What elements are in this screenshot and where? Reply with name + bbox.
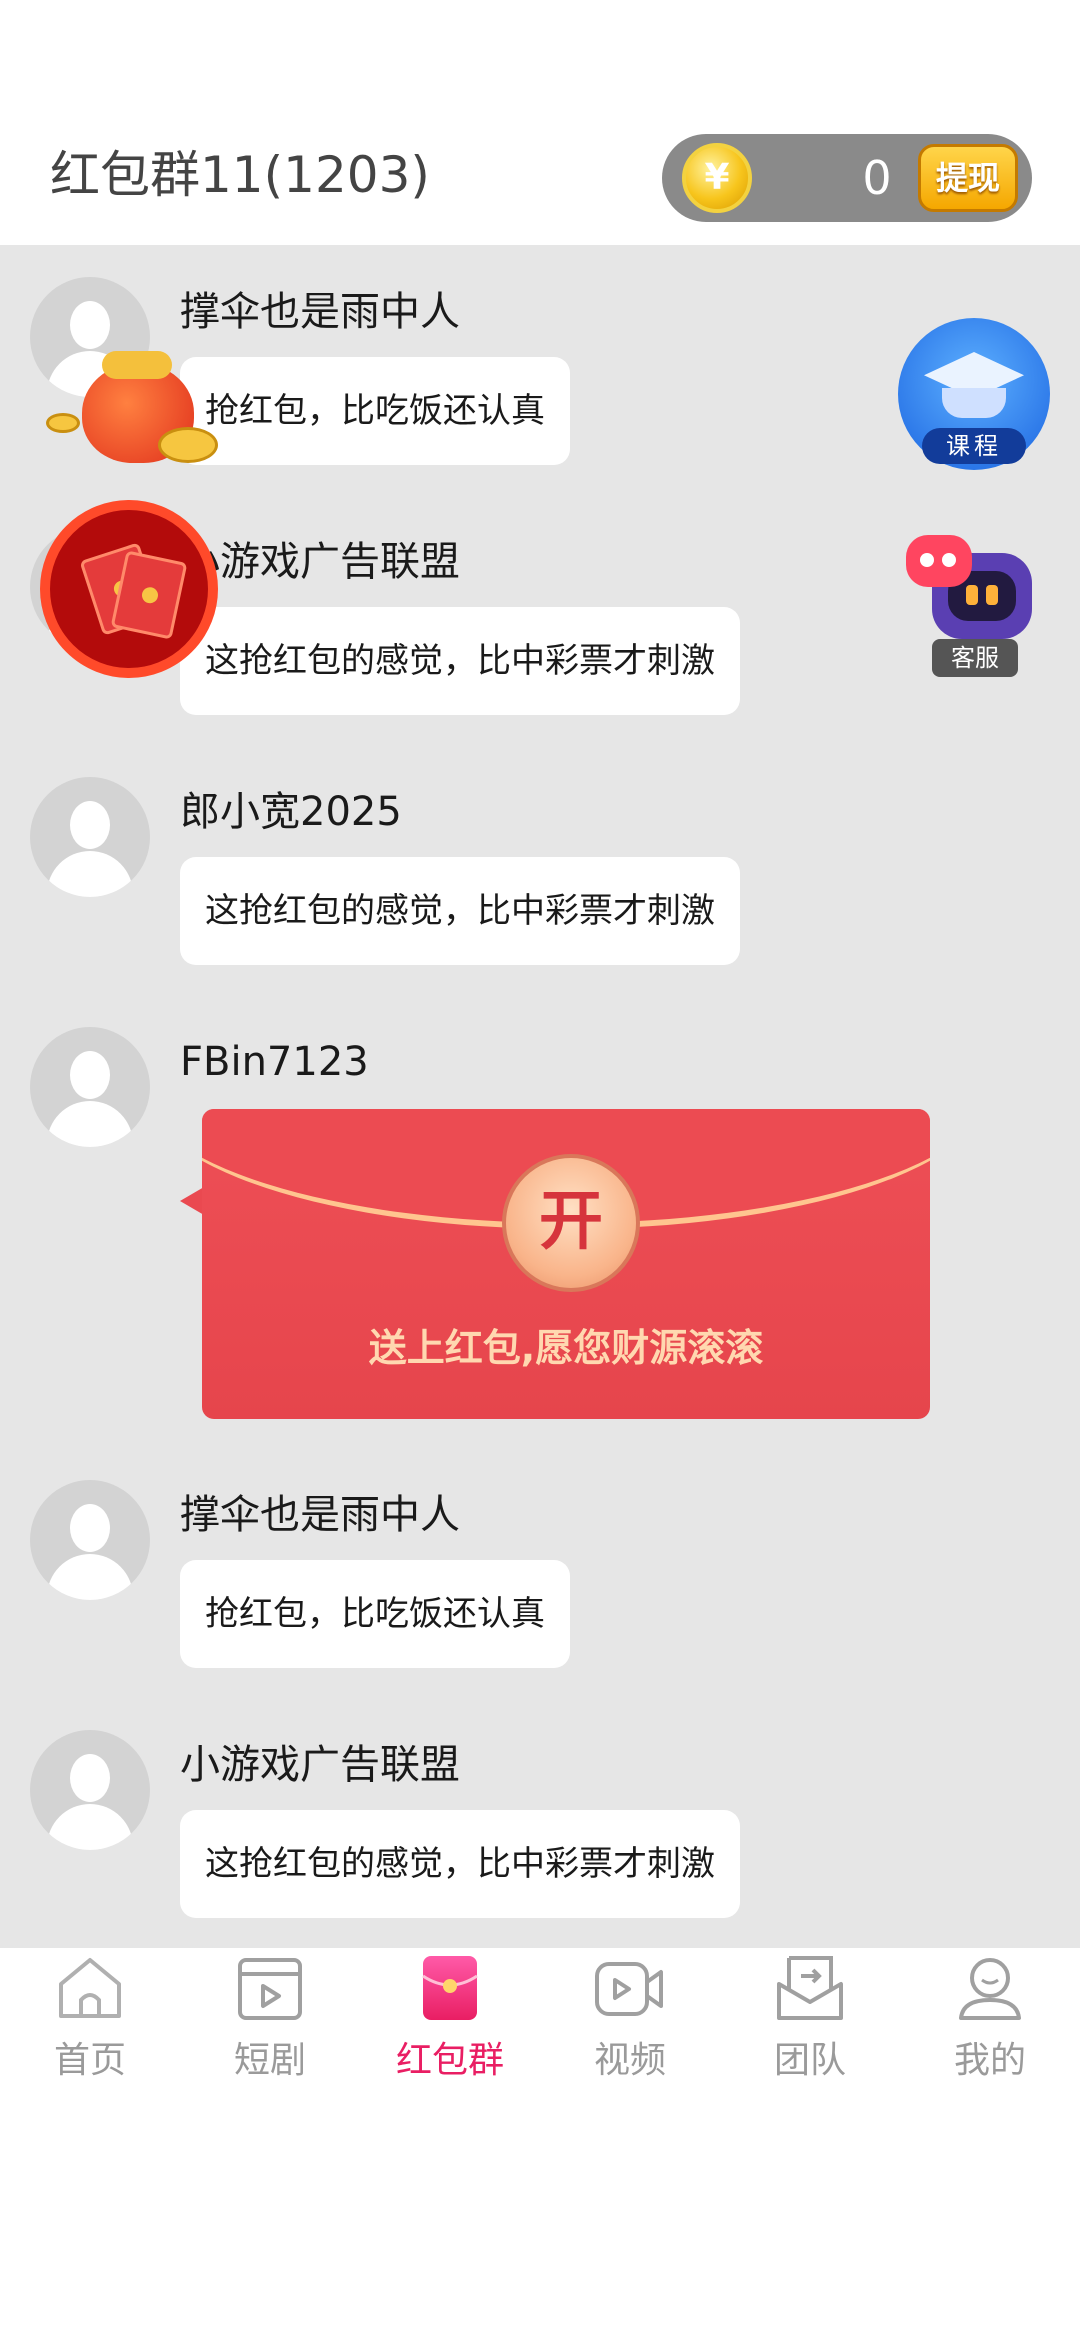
coin-icon: ¥ bbox=[682, 143, 752, 213]
message-bubble: 抢红包，比吃饭还认真 bbox=[180, 357, 570, 465]
money-bag-icon[interactable] bbox=[40, 335, 218, 475]
team-icon bbox=[777, 1956, 843, 2020]
tab-label: 短剧 bbox=[233, 2040, 306, 2081]
sender-name: 撑伞也是雨中人 bbox=[180, 289, 460, 335]
open-red-packet-button[interactable]: 开 bbox=[502, 1154, 640, 1292]
status-bar bbox=[0, 0, 1080, 110]
bottom-tab-bar: 首页 短剧 红包群 视频 团队 我的 bbox=[0, 1948, 1080, 2088]
tab-short-drama[interactable]: 短剧 bbox=[180, 1948, 360, 2088]
tab-label: 首页 bbox=[53, 2040, 126, 2081]
page-title: 红包群11(1203) bbox=[50, 146, 430, 204]
customer-service-button[interactable]: 客服 bbox=[906, 533, 1046, 681]
red-packet-caption: 送上红包,愿您财源滚滚 bbox=[368, 1326, 764, 1370]
short-drama-icon bbox=[238, 1958, 302, 2020]
profile-icon bbox=[959, 1958, 1021, 2020]
tab-red-packet-group[interactable]: 红包群 bbox=[360, 1948, 540, 2088]
tab-label: 视频 bbox=[593, 2040, 666, 2081]
avatar[interactable] bbox=[30, 1027, 150, 1147]
red-packet-icon bbox=[422, 1956, 478, 2020]
tab-team[interactable]: 团队 bbox=[720, 1948, 900, 2088]
avatar[interactable] bbox=[30, 1480, 150, 1600]
sender-name: FBin7123 bbox=[180, 1039, 369, 1085]
tab-profile[interactable]: 我的 bbox=[900, 1948, 1080, 2088]
sender-name: 撑伞也是雨中人 bbox=[180, 1492, 460, 1538]
red-packet-pointer bbox=[180, 1187, 204, 1215]
video-icon bbox=[595, 1962, 663, 2016]
avatar[interactable] bbox=[30, 777, 150, 897]
withdraw-button[interactable]: 提现 bbox=[918, 144, 1018, 212]
course-label: 课程 bbox=[922, 428, 1026, 464]
tab-label: 红包群 bbox=[395, 2040, 504, 2081]
header: 红包群11(1203) ¥ 0 提现 bbox=[0, 110, 1080, 245]
message-bubble: 这抢红包的感觉，比中彩票才刺激 bbox=[180, 607, 740, 715]
course-button[interactable]: 课程 bbox=[898, 318, 1050, 470]
sender-name: 小游戏广告联盟 bbox=[180, 539, 460, 585]
floating-red-packet-button[interactable] bbox=[40, 500, 218, 678]
chat-list[interactable]: 撑伞也是雨中人 抢红包，比吃饭还认真 小游戏广告联盟 这抢红包的感觉，比中彩票才… bbox=[0, 245, 1080, 1948]
sender-name: 郎小宽2025 bbox=[180, 789, 402, 835]
home-icon bbox=[59, 1958, 121, 2018]
tab-label: 团队 bbox=[773, 2040, 846, 2081]
service-label: 客服 bbox=[932, 639, 1018, 677]
message-bubble: 这抢红包的感觉，比中彩票才刺激 bbox=[180, 857, 740, 965]
tab-video[interactable]: 视频 bbox=[540, 1948, 720, 2088]
balance-pill[interactable]: ¥ 0 提现 bbox=[662, 134, 1032, 222]
red-packet-card[interactable]: 开 送上红包,愿您财源滚滚 bbox=[202, 1109, 930, 1419]
message-bubble: 这抢红包的感觉，比中彩票才刺激 bbox=[180, 1810, 740, 1918]
chat-bubble-icon bbox=[906, 535, 972, 587]
tab-label: 我的 bbox=[953, 2040, 1026, 2081]
message-bubble: 抢红包，比吃饭还认真 bbox=[180, 1560, 570, 1668]
sender-name: 小游戏广告联盟 bbox=[180, 1742, 460, 1788]
tab-home[interactable]: 首页 bbox=[0, 1948, 180, 2088]
avatar[interactable] bbox=[30, 1730, 150, 1850]
